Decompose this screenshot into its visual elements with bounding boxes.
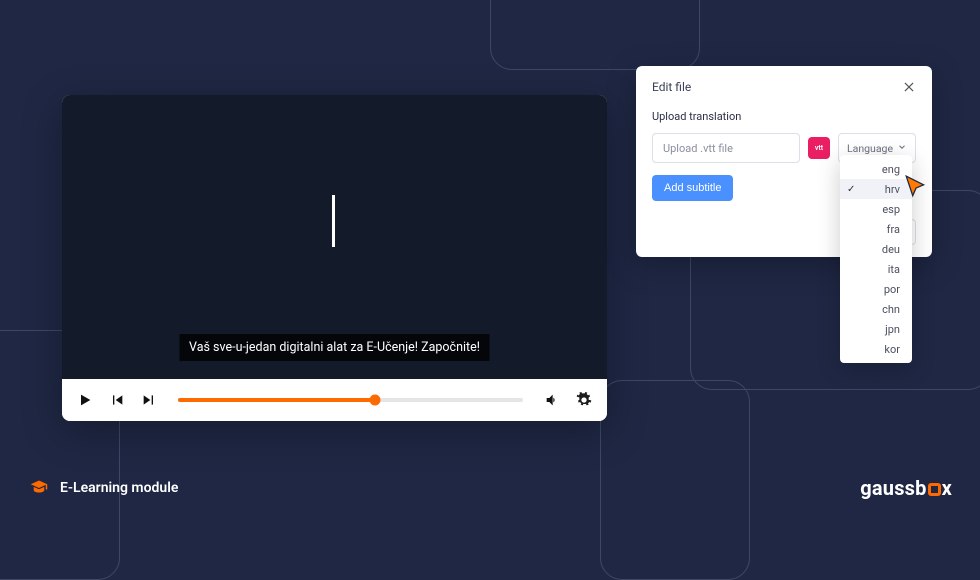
vtt-badge-icon: vtt (808, 137, 830, 159)
video-viewport[interactable]: Vaš sve-u-jedan digitalni alat za E-Učen… (62, 95, 607, 379)
next-icon[interactable] (140, 391, 158, 409)
progress-track[interactable] (178, 398, 523, 402)
language-select-label: Language (847, 142, 893, 155)
add-subtitle-button[interactable]: Add subtitle (652, 175, 733, 201)
language-option[interactable]: ita (840, 259, 912, 279)
cursor-icon (903, 174, 927, 198)
previous-icon[interactable] (108, 391, 126, 409)
text-caret-icon (332, 195, 335, 247)
upload-translation-label: Upload translation (652, 110, 916, 123)
module-tag: E-Learning module (28, 479, 178, 497)
language-option[interactable]: deu (840, 239, 912, 259)
volume-icon[interactable] (543, 391, 561, 409)
play-icon[interactable] (76, 391, 94, 409)
brand-o-icon (928, 483, 941, 496)
language-option[interactable]: jpn (840, 319, 912, 339)
graduation-cap-icon (28, 479, 50, 497)
file-input[interactable]: Upload .vtt file (652, 133, 800, 163)
language-option[interactable]: fra (840, 219, 912, 239)
subtitle-overlay: Vaš sve-u-jedan digitalni alat za E-Učen… (179, 334, 490, 361)
dialog-title: Edit file (652, 80, 691, 94)
dialog-header: Edit file (652, 80, 916, 94)
language-option[interactable]: esp (840, 199, 912, 219)
video-player: Vaš sve-u-jedan digitalni alat za E-Učen… (62, 95, 607, 421)
language-option[interactable]: por (840, 279, 912, 299)
settings-gear-icon[interactable] (575, 391, 593, 409)
language-option[interactable]: chn (840, 299, 912, 319)
chevron-down-icon (897, 142, 907, 155)
progress-fill (178, 398, 375, 402)
language-dropdown: eng hrv esp fra deu ita por chn jpn kor (840, 155, 912, 363)
brand-logo: gaussb x (860, 476, 952, 500)
module-label: E-Learning module (60, 480, 178, 496)
language-option[interactable]: eng (840, 159, 912, 179)
close-icon[interactable] (902, 80, 916, 94)
player-controls (62, 379, 607, 421)
brand-text-right: x (942, 476, 952, 500)
language-option[interactable]: hrv (840, 179, 912, 199)
language-option[interactable]: kor (840, 339, 912, 359)
decorative-panel (490, 0, 700, 70)
footer: E-Learning module gaussb x (0, 476, 980, 520)
progress-thumb[interactable] (369, 395, 380, 406)
brand-text-left: gaussb (860, 476, 926, 500)
